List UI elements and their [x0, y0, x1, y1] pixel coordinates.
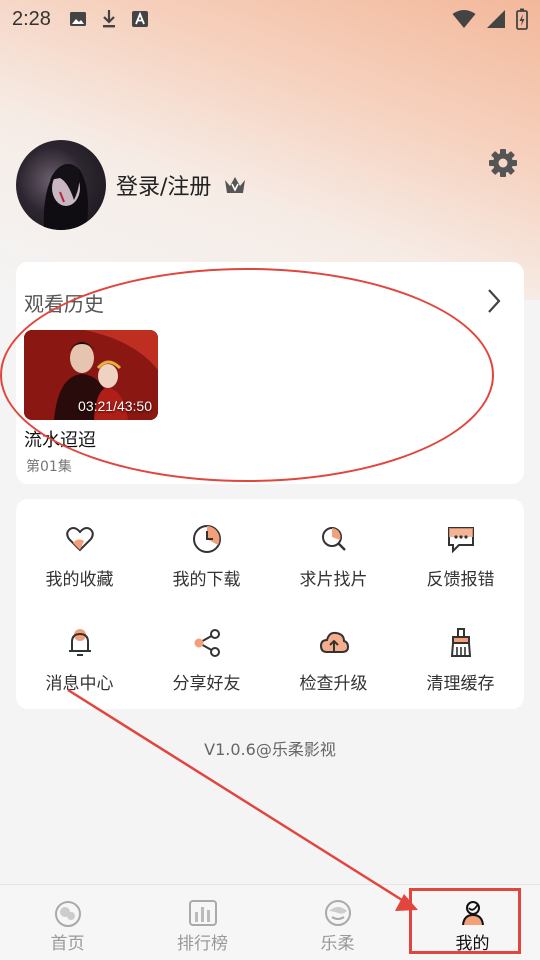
history-item-progress: 03:21/43:50 — [78, 398, 152, 414]
menu-item-label: 检查升级 — [299, 674, 368, 694]
profile-icon — [461, 901, 484, 926]
download-clock-icon — [192, 525, 221, 553]
tab-label: 我的 — [455, 934, 490, 954]
wifi-icon — [452, 10, 476, 28]
tab-lerou[interactable]: 乐柔 — [270, 885, 405, 960]
menu-item-label: 我的收藏 — [45, 570, 114, 590]
history-item-thumbnail[interactable]: 03:21/43:50 — [24, 330, 158, 420]
menu-item-downloads[interactable]: 我的下载 — [143, 523, 270, 590]
menu-item-label: 反馈报错 — [426, 570, 495, 590]
app-version: V1.0.6@乐柔影视 — [204, 740, 336, 759]
feedback-icon — [447, 527, 474, 554]
menu-item-check-update[interactable]: 检查升级 — [270, 627, 397, 694]
bottom-tab-bar: 首页 排行榜 乐柔 我的 — [0, 884, 540, 960]
menu-item-favorites[interactable]: 我的收藏 — [16, 523, 143, 590]
login-register-link[interactable]: 登录/注册 — [116, 169, 211, 201]
search-film-icon — [321, 527, 346, 551]
tab-mine[interactable]: 我的 — [405, 885, 540, 960]
menu-item-label: 求片找片 — [299, 570, 368, 590]
home-icon — [54, 901, 81, 927]
share-icon — [194, 629, 220, 657]
menu-item-feedback[interactable]: 反馈报错 — [397, 523, 524, 590]
tab-home[interactable]: 首页 — [0, 885, 135, 960]
features-grid-card: 我的收藏 我的下载 求片找片 反馈报错 消息中心 分享好友 检查升级 清理缓存 — [16, 499, 524, 709]
bell-icon — [68, 629, 91, 656]
gear-icon — [489, 149, 517, 177]
avatar[interactable] — [16, 140, 106, 230]
watch-history-card: 观看历史 03:21/43:50 流水迢迢 第01集 — [16, 262, 524, 484]
a-badge-icon — [131, 11, 148, 27]
tab-label: 首页 — [50, 934, 85, 954]
menu-item-label: 消息中心 — [45, 674, 114, 694]
history-item-episode: 第01集 — [26, 459, 72, 475]
broom-icon — [450, 628, 471, 657]
menu-item-label: 我的下载 — [172, 570, 241, 590]
settings-button[interactable] — [488, 148, 518, 182]
tab-ranking[interactable]: 排行榜 — [135, 885, 270, 960]
menu-item-messages[interactable]: 消息中心 — [16, 627, 143, 694]
tab-label: 乐柔 — [320, 934, 355, 954]
lerou-icon — [324, 900, 351, 926]
menu-item-share[interactable]: 分享好友 — [143, 627, 270, 694]
download-icon — [102, 10, 115, 28]
crown-icon — [225, 177, 246, 193]
watch-history-title: 观看历史 — [24, 292, 104, 316]
status-time: 2:28 — [12, 7, 51, 30]
menu-item-request-film[interactable]: 求片找片 — [270, 523, 397, 590]
profile-header[interactable]: 登录/注册 — [16, 140, 247, 230]
history-item-title[interactable]: 流水迢迢 — [24, 426, 96, 452]
menu-item-label: 分享好友 — [172, 674, 241, 694]
heart-icon — [65, 527, 94, 552]
tab-label: 排行榜 — [177, 934, 228, 954]
status-bar: 2:28 — [0, 0, 540, 38]
cloud-upload-icon — [319, 631, 349, 653]
avatar-illustration — [43, 164, 88, 230]
menu-item-clear-cache[interactable]: 清理缓存 — [397, 627, 524, 694]
image-icon — [69, 12, 86, 26]
battery-charging-icon — [516, 8, 528, 30]
ranking-icon — [188, 900, 217, 926]
signal-icon — [487, 10, 505, 28]
menu-item-label: 清理缓存 — [426, 674, 495, 694]
chevron-right-icon[interactable] — [486, 288, 502, 314]
